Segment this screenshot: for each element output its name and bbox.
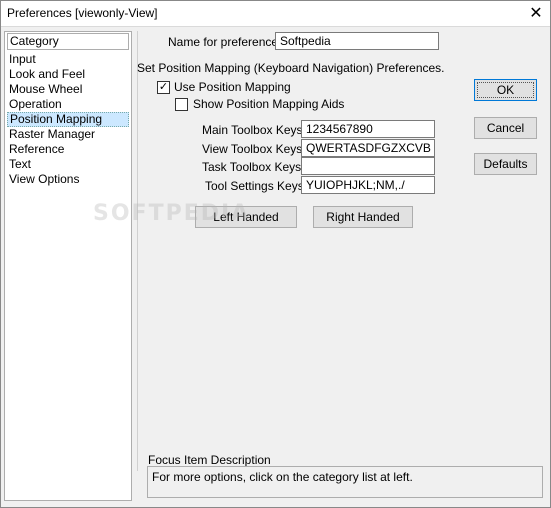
preferences-window: Preferences [viewonly-View] ✕ Category I… [0,0,551,508]
category-item-view-options[interactable]: View Options [7,172,129,187]
name-for-preferences-field[interactable]: Softpedia [275,32,439,50]
category-item-operation[interactable]: Operation [7,97,129,112]
use-position-mapping-checkbox[interactable]: ✓ [157,81,170,94]
tool-settings-keys-label: Tool Settings Keys: [205,179,308,193]
main-toolbox-keys-field[interactable]: 1234567890 [301,120,435,138]
category-item-mouse-wheel[interactable]: Mouse Wheel [7,82,129,97]
softpedia-watermark: SOFTPEDIA [93,201,251,226]
right-handed-button[interactable]: Right Handed [313,206,413,228]
category-item-position-mapping[interactable]: Position Mapping [7,112,129,127]
title-bar: Preferences [viewonly-View] ✕ [1,1,550,27]
defaults-button[interactable]: Defaults [474,153,537,175]
use-position-mapping-label[interactable]: Use Position Mapping [174,80,291,94]
category-item-raster-manager[interactable]: Raster Manager [7,127,129,142]
category-header[interactable]: Category [7,33,129,50]
close-icon[interactable]: ✕ [526,4,546,24]
view-toolbox-keys-label: View Toolbox Keys: [202,142,306,156]
show-position-mapping-aids-label[interactable]: Show Position Mapping Aids [193,97,344,111]
tool-settings-keys-field[interactable]: YUIOPHJKL;NM,./ [301,176,435,194]
preferences-panel: Name for preferences Softpedia Set Posit… [137,31,547,501]
main-toolbox-keys-label: Main Toolbox Keys: [202,123,306,137]
focus-item-description-title: Focus Item Description [148,453,271,467]
category-list[interactable]: Category Input Look and Feel Mouse Wheel… [4,31,132,501]
show-position-mapping-aids-checkbox[interactable] [175,98,188,111]
cancel-button[interactable]: Cancel [474,117,537,139]
category-item-look-and-feel[interactable]: Look and Feel [7,67,129,82]
category-item-input[interactable]: Input [7,52,129,67]
focus-item-description-box: For more options, click on the category … [147,466,543,498]
panel-divider [137,31,138,471]
view-toolbox-keys-field[interactable]: QWERTASDFGZXCVB [301,139,435,157]
ok-button[interactable]: OK [474,79,537,101]
task-toolbox-keys-field[interactable] [301,157,435,175]
name-for-preferences-label: Name for preferences [168,35,285,49]
position-mapping-heading: Set Position Mapping (Keyboard Navigatio… [137,61,445,75]
category-item-text[interactable]: Text [7,157,129,172]
task-toolbox-keys-label: Task Toolbox Keys: [202,160,305,174]
category-item-reference[interactable]: Reference [7,142,129,157]
window-title: Preferences [viewonly-View] [7,6,158,20]
